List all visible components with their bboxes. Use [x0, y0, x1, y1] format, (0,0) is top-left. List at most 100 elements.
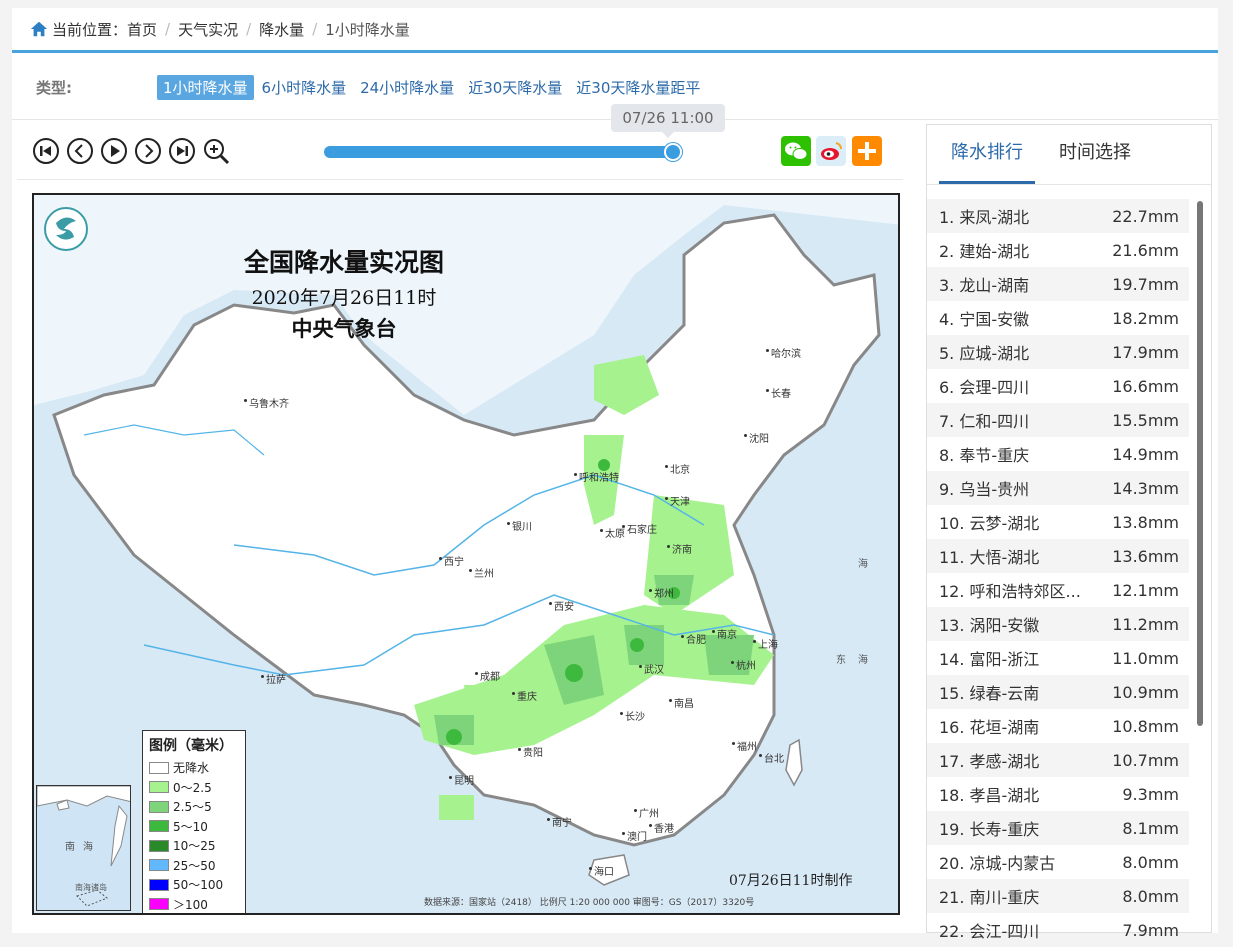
prev-frame-button[interactable]: [66, 137, 94, 165]
station-value: 10.7mm: [1112, 750, 1179, 770]
city-label: 银川: [507, 518, 532, 533]
legend-row: 50～100: [149, 875, 239, 895]
legend-label: 无降水: [173, 761, 210, 776]
timeline-track[interactable]: [324, 146, 670, 158]
ranking-item[interactable]: 7. 仁和-四川 15.5mm: [927, 403, 1189, 437]
ranking-list: 1. 来凤-湖北 22.7mm 2. 建始-湖北 21.6mm 3. 龙山-湖南 19.7…: [927, 199, 1189, 947]
station-name: 14. 富阳-浙江: [939, 650, 1040, 669]
ranking-item[interactable]: 18. 孝昌-湖北 9.3mm: [927, 777, 1189, 811]
tab-30d-anomaly[interactable]: 近30天降水量距平: [570, 75, 706, 100]
city-label: 成都: [475, 668, 500, 683]
play-button[interactable]: [100, 137, 128, 165]
ranking-item[interactable]: 6. 会理-四川 16.6mm: [927, 369, 1189, 403]
ranking-item[interactable]: 5. 应城-湖北 17.9mm: [927, 335, 1189, 369]
station-value: 13.6mm: [1112, 546, 1179, 566]
type-label: 类型:: [36, 79, 72, 97]
ranking-item[interactable]: 21. 南川-重庆 8.0mm: [927, 879, 1189, 913]
breadcrumb-weather[interactable]: 天气实况: [178, 19, 238, 40]
tab-ranking[interactable]: 降水排行: [939, 125, 1035, 184]
wechat-share-button[interactable]: [781, 136, 811, 166]
station-value: 15.5mm: [1112, 410, 1179, 430]
ranking-item[interactable]: 3. 龙山-湖南 19.7mm: [927, 267, 1189, 301]
inset-label: 海: [83, 842, 93, 853]
legend-swatch: [149, 878, 169, 891]
city-label: 武汉: [639, 661, 664, 676]
sea-label: 东: [836, 655, 846, 666]
station-value: 10.9mm: [1112, 682, 1179, 702]
tab-time-select[interactable]: 时间选择: [1047, 125, 1143, 184]
city-label: 哈尔滨: [766, 345, 801, 360]
side-tabs: 降水排行 时间选择: [927, 125, 1211, 185]
station-value: 11.2mm: [1112, 614, 1179, 634]
legend-row: 10～25: [149, 836, 239, 856]
city-label: 西安: [549, 598, 574, 613]
map-title: 全国降水量实况图: [243, 248, 444, 277]
ranking-item[interactable]: 20. 凉城-内蒙古 8.0mm: [927, 845, 1189, 879]
first-frame-button[interactable]: [32, 137, 60, 165]
station-value: 14.9mm: [1112, 444, 1179, 464]
ranking-item[interactable]: 9. 乌当-贵州 14.3mm: [927, 471, 1189, 505]
legend-row: ＞100: [149, 895, 239, 914]
timeline-handle[interactable]: [664, 143, 682, 161]
ranking-item[interactable]: 14. 富阳-浙江 11.0mm: [927, 641, 1189, 675]
next-frame-button[interactable]: [134, 137, 162, 165]
ranking-item[interactable]: 1. 来凤-湖北 22.7mm: [927, 199, 1189, 233]
ranking-item[interactable]: 8. 奉节-重庆 14.9mm: [927, 437, 1189, 471]
legend-label: 5～10: [173, 819, 208, 834]
weibo-icon: [821, 142, 843, 160]
ranking-item[interactable]: 10. 云梦-湖北 13.8mm: [927, 505, 1189, 539]
ranking-item[interactable]: 19. 长寿-重庆 8.1mm: [927, 811, 1189, 845]
scrollbar[interactable]: [1197, 201, 1203, 726]
legend-label: 2.5～5: [173, 800, 212, 815]
tab-6h[interactable]: 6小时降水量: [256, 75, 353, 100]
legend-swatch: [149, 898, 169, 911]
inset-label: 南海诸岛: [75, 883, 107, 892]
station-value: 13.8mm: [1112, 512, 1179, 532]
station-name: 10. 云梦-湖北: [939, 514, 1040, 533]
home-icon[interactable]: [30, 20, 48, 38]
ranking-item[interactable]: 2. 建始-湖北 21.6mm: [927, 233, 1189, 267]
legend-row: 0～2.5: [149, 778, 239, 798]
player-controls: 07/26 11:00: [17, 104, 903, 180]
station-name: 16. 花垣-湖南: [939, 718, 1040, 737]
station-value: 8.1mm: [1122, 818, 1179, 838]
ranking-item[interactable]: 11. 大悟-湖北 13.6mm: [927, 539, 1189, 573]
page: 当前位置： 首页 / 天气实况 / 降水量 / 1小时降水量 类型: 1小时降水…: [12, 8, 1218, 941]
station-name: 21. 南川-重庆: [939, 888, 1040, 907]
time-tooltip: 07/26 11:00: [611, 104, 725, 138]
breadcrumb-precip[interactable]: 降水量: [259, 19, 304, 40]
more-share-button[interactable]: [852, 136, 882, 166]
city-label: 南昌: [669, 695, 694, 710]
station-name: 1. 来凤-湖北: [939, 208, 1030, 227]
zoom-button[interactable]: [202, 137, 230, 165]
ranking-item[interactable]: 13. 涡阳-安徽 11.2mm: [927, 607, 1189, 641]
city-label: 香港: [649, 820, 674, 835]
station-value: 14.3mm: [1112, 478, 1179, 498]
ranking-item[interactable]: 17. 孝感-湖北 10.7mm: [927, 743, 1189, 777]
station-name: 7. 仁和-四川: [939, 412, 1030, 431]
tab-1h[interactable]: 1小时降水量: [157, 75, 254, 100]
station-value: 21.6mm: [1112, 240, 1179, 260]
ranking-item[interactable]: 15. 绿春-云南 10.9mm: [927, 675, 1189, 709]
chevron-right-icon: [135, 138, 161, 164]
ranking-item[interactable]: 16. 花垣-湖南 10.8mm: [927, 709, 1189, 743]
wechat-icon: [785, 142, 808, 160]
weibo-share-button[interactable]: [816, 136, 846, 166]
ranking-item[interactable]: 12. 呼和浩特郊区... 12.1mm: [927, 573, 1189, 607]
station-name: 17. 孝感-湖北: [939, 752, 1040, 771]
tab-24h[interactable]: 24小时降水量: [354, 75, 460, 100]
city-label: 重庆: [512, 688, 537, 703]
city-label: 太原: [600, 525, 625, 540]
last-frame-button[interactable]: [168, 137, 196, 165]
breadcrumb-prefix: 当前位置：: [52, 20, 128, 39]
station-value: 7.9mm: [1122, 920, 1179, 940]
tab-30d[interactable]: 近30天降水量: [462, 75, 568, 100]
station-value: 11.0mm: [1112, 648, 1179, 668]
breadcrumb: 当前位置： 首页 / 天气实况 / 降水量 / 1小时降水量: [12, 8, 1218, 53]
ranking-item[interactable]: 22. 会江-四川 7.9mm: [927, 913, 1189, 947]
ranking-item[interactable]: 4. 宁国-安徽 18.2mm: [927, 301, 1189, 335]
station-name: 2. 建始-湖北: [939, 242, 1030, 261]
breadcrumb-home[interactable]: 首页: [127, 19, 157, 40]
city-label: 贵阳: [518, 744, 543, 759]
legend-swatch: [149, 839, 169, 852]
